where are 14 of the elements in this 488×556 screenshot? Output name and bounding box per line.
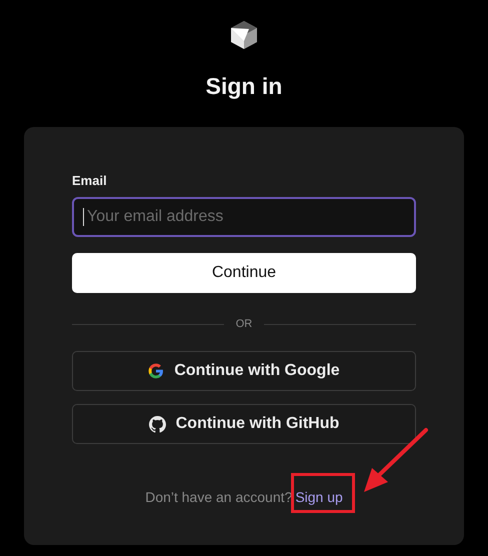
provider-button[interactable]: Continue with GitHub — [72, 404, 416, 444]
email-label: Email — [72, 173, 108, 189]
github-icon — [148, 416, 166, 432]
divider-label: OR — [236, 318, 252, 330]
cube-logo — [228, 19, 260, 51]
text-cursor — [83, 208, 84, 226]
sign-up-link[interactable]: Sign up — [295, 489, 343, 505]
continue-button[interactable]: Continue — [72, 253, 416, 293]
email-field[interactable]: Your email address — [72, 197, 416, 237]
account-prompt: Don’t have an account? — [145, 489, 292, 505]
provider-button[interactable]: Continue with Google — [72, 351, 416, 391]
highlight-box — [291, 473, 355, 513]
page-title: Sign in — [206, 72, 282, 101]
google-icon — [148, 363, 164, 379]
